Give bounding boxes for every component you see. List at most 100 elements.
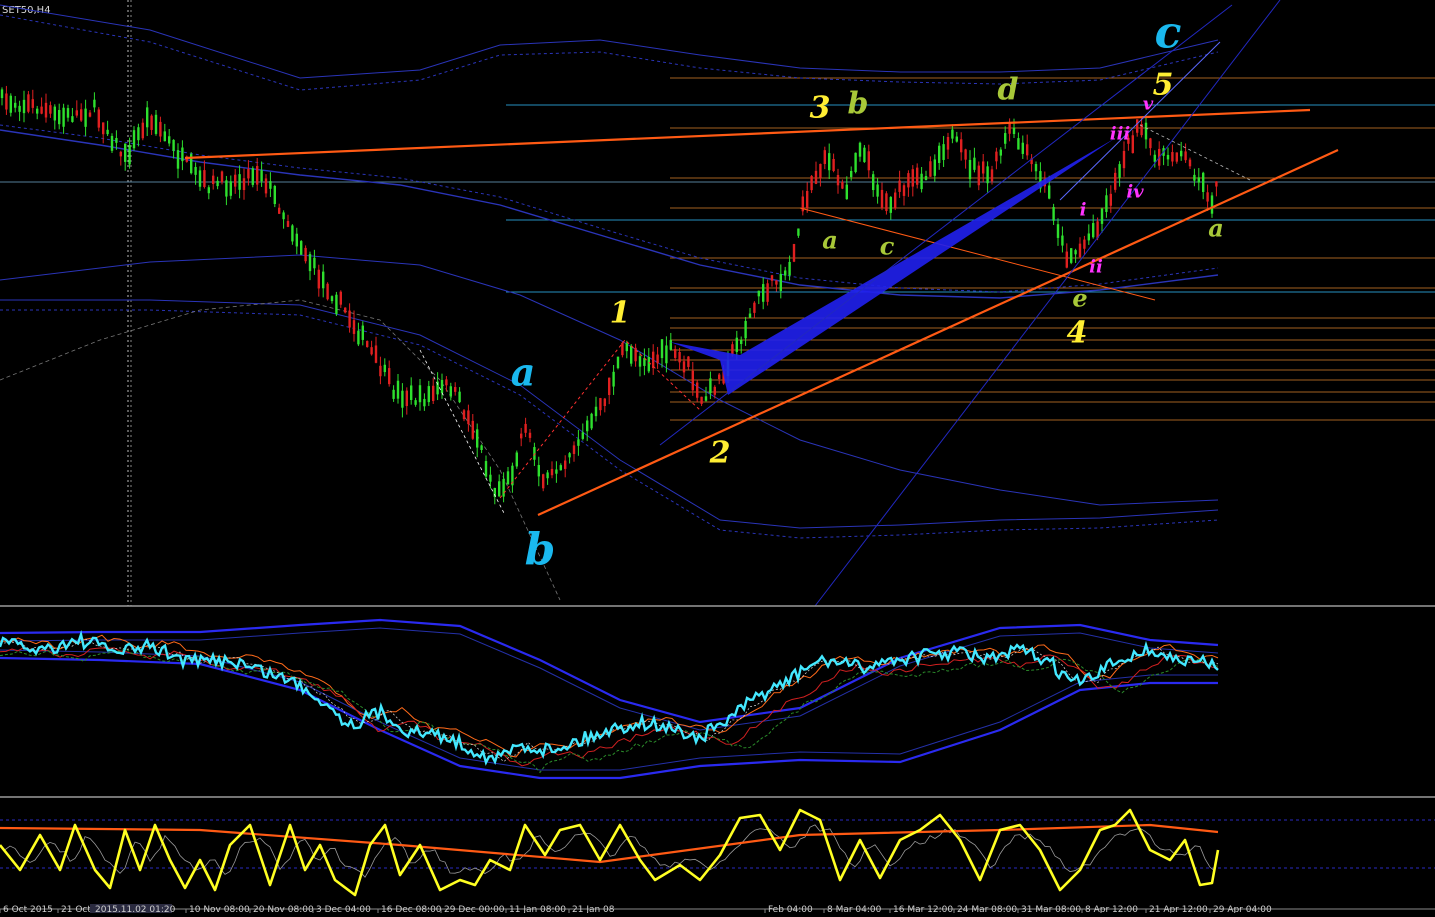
candle-body xyxy=(352,320,356,334)
chart-canvas[interactable]: SET50,H4 c53 b d viiiiviiia cae412ab 6 Oct 2… xyxy=(0,0,1435,915)
time-label-8: 11 Jan 08:00 xyxy=(509,905,566,913)
candle-body xyxy=(392,389,395,399)
candle-body xyxy=(603,398,606,406)
candle-body xyxy=(1153,154,1156,162)
candle-body xyxy=(621,342,624,356)
candle-body xyxy=(489,474,492,482)
time-label-11: 8 Mar 04:00 xyxy=(827,905,882,913)
candle-body xyxy=(216,180,219,187)
candle-body xyxy=(559,465,562,471)
wave-label-2: 3 xyxy=(810,91,831,126)
candle-body xyxy=(1048,185,1051,199)
candle-body xyxy=(850,170,853,178)
candle-body xyxy=(1087,233,1090,241)
candle-body xyxy=(357,330,360,345)
candle-body xyxy=(1118,164,1121,178)
candle-body xyxy=(920,173,923,190)
candle-body xyxy=(797,228,800,236)
candle-body xyxy=(577,439,580,446)
candle-body xyxy=(132,130,136,149)
candle-body xyxy=(229,181,232,196)
candle-body xyxy=(1008,123,1011,134)
candle-body xyxy=(260,170,263,182)
candle-body xyxy=(770,275,774,281)
candle-body xyxy=(986,166,989,184)
candle-body xyxy=(304,247,307,262)
candle-body xyxy=(335,294,338,315)
candle-body xyxy=(924,176,928,181)
candle-body xyxy=(1131,135,1134,154)
candle-body xyxy=(1136,119,1139,133)
candle-body xyxy=(542,474,545,489)
chart-window[interactable]: SET50,H4 c 5 3 b d v iii iv i ii a c a e 4 1 2 a b 6 Oct 2… xyxy=(0,0,1435,915)
wave-label-4: d xyxy=(998,73,1019,108)
candle-body xyxy=(388,368,391,385)
candle-body xyxy=(506,471,510,485)
candle-body xyxy=(154,114,158,134)
candle-body xyxy=(5,93,8,110)
candle-body xyxy=(586,420,589,432)
candle-body xyxy=(401,390,404,408)
candle-body xyxy=(141,122,144,139)
candle-body xyxy=(1122,150,1126,169)
candle-body xyxy=(964,149,967,160)
candle-body xyxy=(537,465,540,477)
candle-body xyxy=(700,396,703,404)
candle-body xyxy=(14,102,17,108)
candle-body xyxy=(718,374,721,380)
candle-body xyxy=(845,184,848,200)
candle-body xyxy=(247,168,250,179)
candle-body xyxy=(704,396,708,401)
candle-body xyxy=(568,453,571,458)
candle-body xyxy=(146,107,149,128)
candle-body xyxy=(476,429,479,448)
time-label-4: 20 Nov 08:00 xyxy=(253,905,314,913)
wave-label-16: 2 xyxy=(709,436,731,471)
candle-body xyxy=(308,254,312,272)
candle-body xyxy=(396,380,400,399)
candle-body xyxy=(1061,235,1064,246)
candle-body xyxy=(594,406,598,417)
candle-body xyxy=(1034,164,1038,172)
time-label-1: 21 Oct xyxy=(61,905,91,913)
candle-body xyxy=(911,169,914,187)
candle-body xyxy=(361,325,364,340)
candle-body xyxy=(256,165,259,185)
candle-body xyxy=(1193,174,1196,181)
candle-body xyxy=(1065,251,1068,268)
candle-body xyxy=(788,261,791,276)
candle-body xyxy=(339,291,342,305)
time-label-16: 21 Apr 12:00 xyxy=(1149,905,1208,913)
candle-body xyxy=(678,352,681,363)
candle-body xyxy=(929,161,932,177)
candle-body xyxy=(555,469,558,474)
candle-body xyxy=(669,339,672,350)
candle-body xyxy=(515,452,518,467)
candle-body xyxy=(836,174,840,186)
candle-body xyxy=(524,423,527,433)
candle-body xyxy=(137,127,140,141)
candle-body xyxy=(546,472,549,479)
wave-label-6: iii xyxy=(1110,124,1131,145)
candle-body xyxy=(634,347,637,362)
candle-body xyxy=(176,150,180,169)
candle-body xyxy=(410,385,413,401)
candle-body xyxy=(1017,138,1020,150)
wave-label-15: 1 xyxy=(610,296,631,331)
candle-body xyxy=(762,284,765,302)
candle-body xyxy=(1166,154,1170,160)
candle-body xyxy=(933,159,936,176)
candle-body xyxy=(1184,151,1187,161)
time-label-6: 16 Dec 08:00 xyxy=(381,905,442,913)
candle-body xyxy=(344,307,347,313)
wave-label-5: v xyxy=(1143,94,1154,115)
candle-body xyxy=(1052,207,1055,221)
candle-body xyxy=(744,320,747,339)
candle-body xyxy=(427,386,430,403)
candle-body xyxy=(784,270,787,276)
time-label-10: Feb 04:00 xyxy=(768,905,813,913)
candle-body xyxy=(968,159,972,180)
candle-body xyxy=(423,398,426,407)
candle-body xyxy=(814,170,818,184)
candle-body xyxy=(832,158,835,172)
